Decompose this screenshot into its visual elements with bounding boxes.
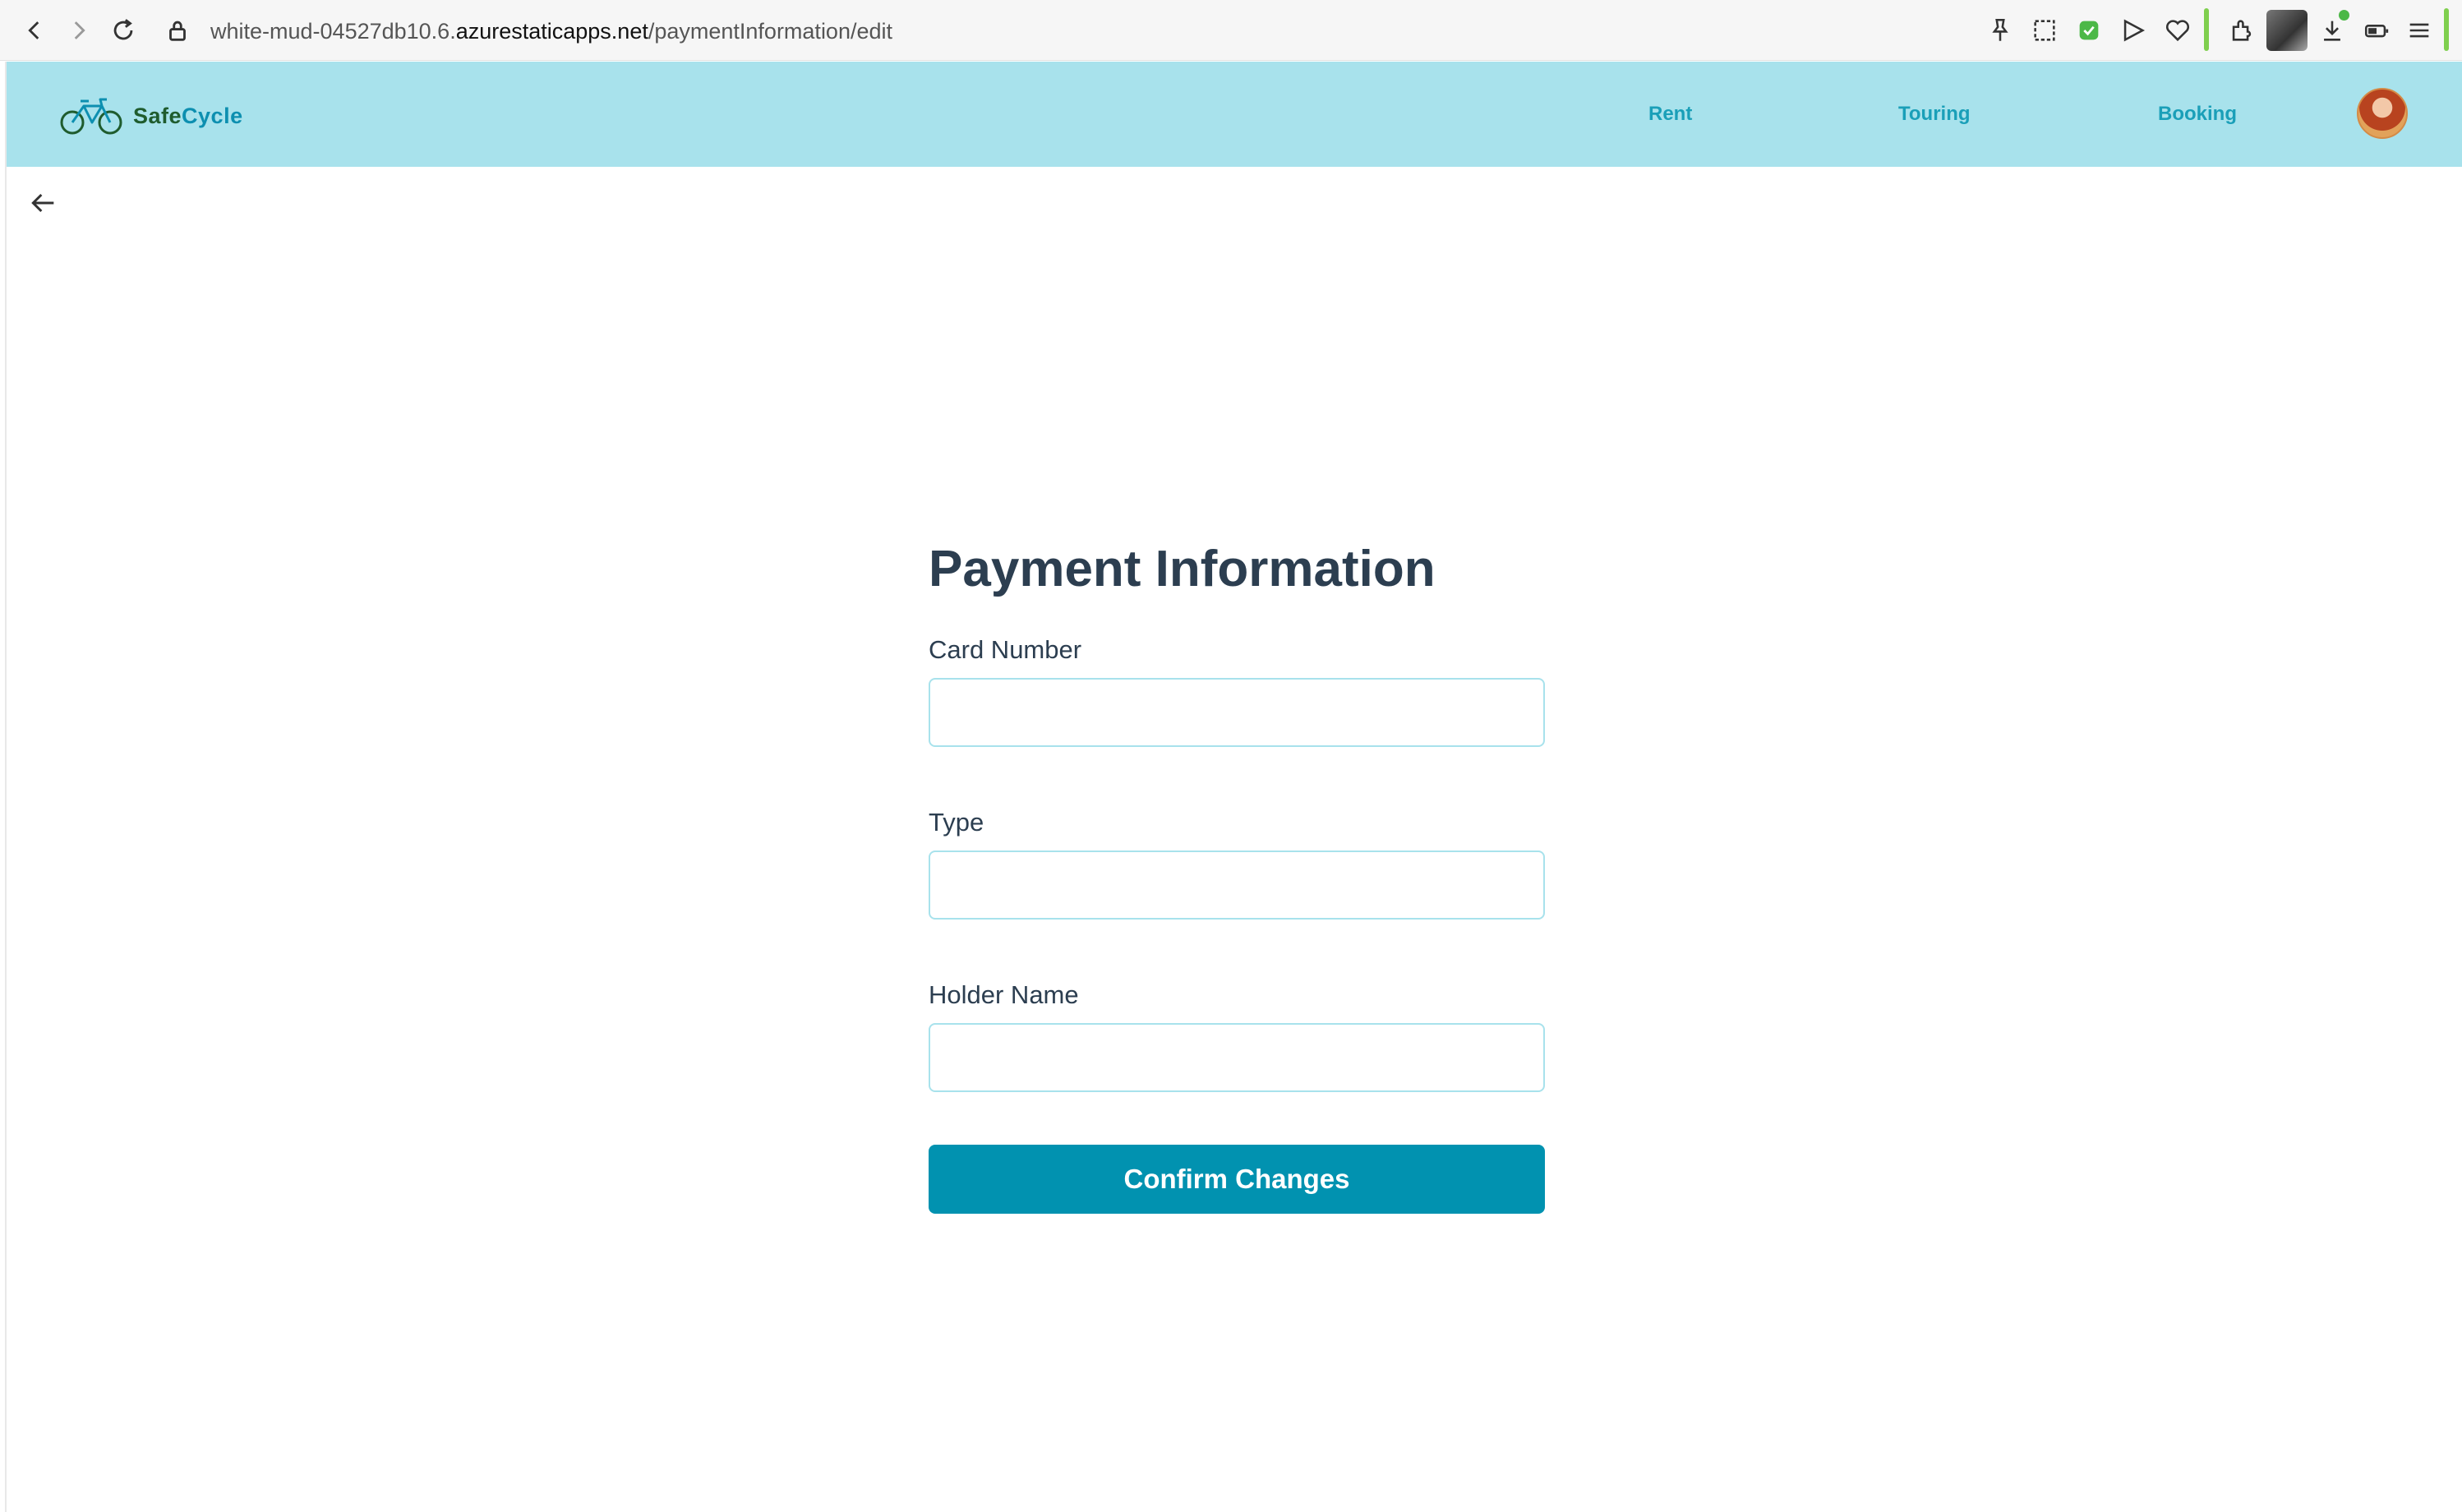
back-button[interactable] — [23, 183, 62, 223]
heart-icon[interactable] — [2161, 14, 2194, 47]
nav-rent[interactable]: Rent — [1648, 98, 1692, 131]
site-header: SafeCycle Rent Touring Booking — [7, 62, 2462, 167]
nav-touring[interactable]: Touring — [1898, 98, 1971, 131]
browser-forward-icon[interactable] — [62, 14, 95, 47]
page-title: Payment Information — [929, 541, 1436, 597]
extensions-icon[interactable] — [2225, 14, 2258, 47]
logo-text: SafeCycle — [133, 104, 243, 129]
screenshot-icon[interactable] — [2028, 14, 2061, 47]
type-label: Type — [929, 808, 984, 837]
logo-text-cycle: Cycle — [182, 103, 243, 128]
browser-toolbar: white-mud-04527db10.6.azurestaticapps.ne… — [0, 0, 2462, 61]
right-edge-indicator — [2444, 8, 2449, 51]
arrow-left-icon — [31, 193, 54, 213]
type-input[interactable] — [929, 850, 1545, 920]
user-avatar[interactable] — [2357, 88, 2408, 139]
address-bar[interactable]: white-mud-04527db10.6.azurestaticapps.ne… — [210, 15, 892, 48]
page: SafeCycle Rent Touring Booking Payment I… — [5, 62, 2462, 1512]
battery-icon[interactable] — [2360, 14, 2393, 47]
holder-name-label: Holder Name — [929, 980, 1079, 1009]
logo-text-safe: Safe — [133, 103, 182, 128]
send-icon[interactable] — [2117, 14, 2150, 47]
lock-icon[interactable] — [161, 14, 194, 47]
profile-avatar-icon[interactable] — [2266, 10, 2308, 51]
bicycle-icon — [60, 98, 122, 135]
browser-reload-icon[interactable] — [107, 14, 140, 47]
menu-icon[interactable] — [2403, 14, 2436, 47]
shield-check-icon[interactable] — [2072, 14, 2105, 47]
download-badge — [2339, 10, 2349, 21]
sidebar-indicator — [2204, 8, 2209, 51]
nav-booking[interactable]: Booking — [2158, 98, 2237, 131]
logo[interactable]: SafeCycle — [59, 93, 243, 139]
url-path: /paymentInformation/edit — [648, 19, 893, 44]
url-prefix: white-mud-04527db10.6. — [210, 19, 456, 44]
card-number-input[interactable] — [929, 678, 1545, 747]
url-host: azurestaticapps.net — [455, 19, 648, 44]
pin-icon[interactable] — [1984, 14, 2017, 47]
payment-form: Payment Information Card Number Type Hol… — [929, 537, 1545, 1214]
holder-name-input[interactable] — [929, 1023, 1545, 1092]
browser-back-icon[interactable] — [18, 14, 51, 47]
confirm-changes-button[interactable]: Confirm Changes — [929, 1145, 1545, 1214]
card-number-label: Card Number — [929, 635, 1082, 664]
